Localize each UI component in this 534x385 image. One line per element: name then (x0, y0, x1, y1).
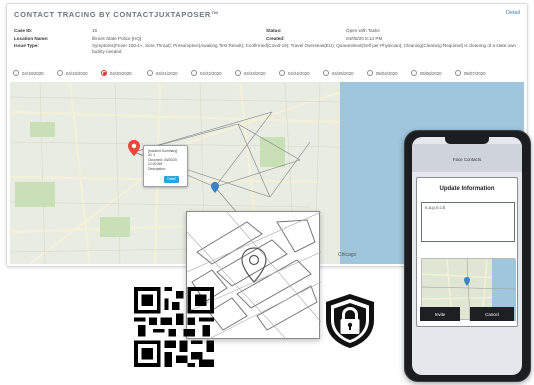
map-pin-icon[interactable] (211, 182, 219, 193)
date-radio[interactable] (191, 70, 197, 76)
date-radio[interactable] (323, 70, 329, 76)
location-value: Illinois State Police [HQ] (92, 35, 142, 41)
date-option[interactable]: 04/20/2020 (101, 69, 132, 77)
incident-popup: [Incident Summary] ID: 1 Occurred: 04/20… (143, 145, 188, 187)
phone-mockup: Face Contacts Update Information n.a.p.n… (404, 130, 531, 382)
date-radio-selected[interactable] (101, 70, 107, 76)
date-option[interactable]: 05/04/2020 (367, 69, 398, 77)
popup-detail-button[interactable]: Detail (164, 176, 179, 183)
date-option[interactable]: 04/21/2020 (147, 69, 178, 77)
date-option[interactable]: 04/22/2020 (191, 69, 222, 77)
status-value: Open with Tasks (346, 28, 380, 33)
date-radio[interactable] (455, 70, 461, 76)
shield-lock-icon (326, 294, 374, 348)
city-label: Chicago (338, 252, 357, 258)
cancel-button[interactable]: Cancel (470, 307, 514, 321)
issue-type-value: Symptoms(Fever 100.4+, Sore Throat); Pre… (92, 43, 516, 55)
created-label: Created: (266, 35, 285, 41)
date-radio[interactable] (13, 70, 19, 76)
date-option[interactable]: 04/19/2020 (57, 69, 88, 77)
date-option[interactable]: 05/06/2020 (411, 69, 442, 77)
date-option[interactable]: 04/24/2020 (279, 69, 310, 77)
date-option[interactable]: 04/23/2020 (235, 69, 266, 77)
date-radio[interactable] (411, 70, 417, 76)
phone-screen: Face Contacts Update Information n.a.p.n… (412, 137, 522, 375)
page-title: CONTACT TRACING BY CONTACTJUXTAPOSER™ (14, 10, 220, 19)
detail-link[interactable]: Detail (506, 10, 520, 16)
status-label: Status: (266, 28, 282, 33)
phone-header: Face Contacts (412, 144, 522, 172)
dialog-title: Update Information (439, 186, 495, 192)
invite-button[interactable]: Invite (420, 307, 460, 321)
date-option[interactable]: 04/18/2020 (13, 69, 44, 77)
date-radio[interactable] (279, 70, 285, 76)
update-text-field[interactable]: n.a.p.n.c.k (421, 202, 515, 242)
date-radio[interactable] (57, 70, 63, 76)
issue-type-label: Issue Type: (14, 43, 39, 48)
date-selector: 04/18/2020 04/19/2020 04/20/2020 04/21/2… (13, 69, 525, 79)
case-id-value: 15 (92, 28, 98, 33)
created-value: 04/08/20 8:14 PM (346, 35, 383, 41)
case-info: Case ID: 15 Status: Open with Tasks Loca… (14, 28, 524, 57)
date-option[interactable]: 05/07/2020 (455, 69, 486, 77)
qr-code-icon (134, 287, 214, 367)
map-pin-icon[interactable] (128, 140, 140, 156)
date-option[interactable]: 04/25/2020 (323, 69, 354, 77)
map-pin-icon[interactable] (464, 277, 470, 286)
location-label: Location Name: (14, 35, 49, 41)
date-radio[interactable] (367, 70, 373, 76)
case-id-label: Case ID: (14, 28, 33, 33)
update-information-dialog: Update Information n.a.p.n.c.k (416, 177, 518, 327)
phone-notch (445, 137, 489, 144)
date-radio[interactable] (235, 70, 241, 76)
date-radio[interactable] (147, 70, 153, 76)
